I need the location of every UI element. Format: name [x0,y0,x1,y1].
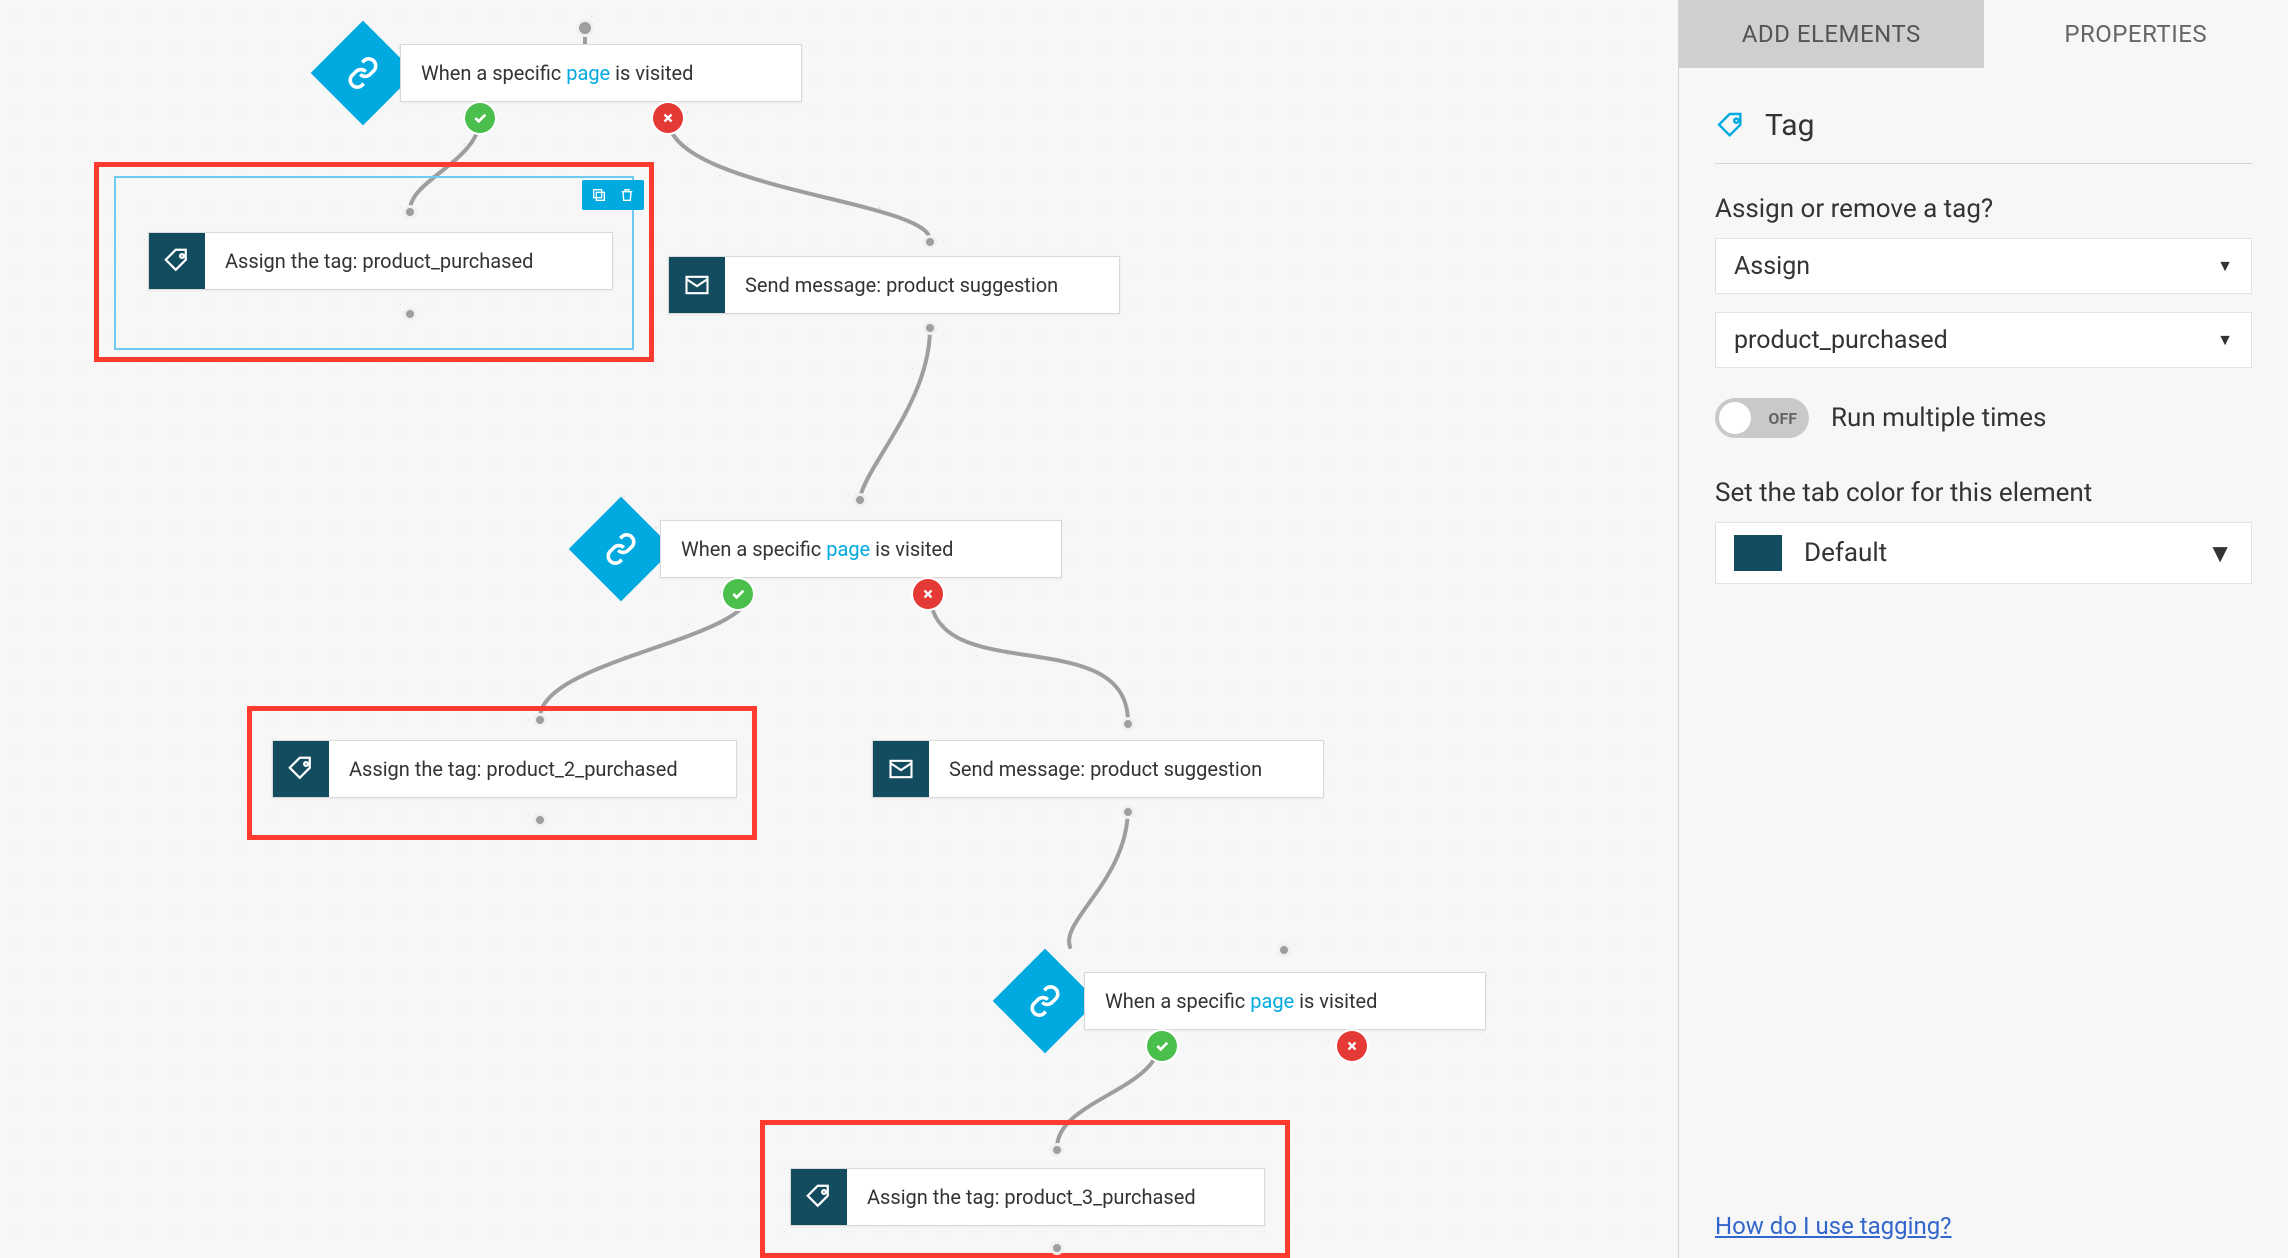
tab-color-value: Default [1804,538,1887,568]
canvas-dot [533,713,547,727]
canvas-dot [923,321,937,335]
copy-icon [591,187,607,203]
message-node-label: Send message: product suggestion [929,757,1282,781]
tag-icon [804,1182,834,1212]
yes-branch-icon [465,103,495,133]
workflow-canvas[interactable]: When a specific page is visited [0,0,1678,1258]
tag-icon [286,754,316,784]
link-icon [604,532,638,566]
canvas-dot [853,493,867,507]
tag-node-label: Assign the tag: product_3_purchased [847,1185,1216,1209]
yes-branch-icon [723,579,753,609]
canvas-dot [403,205,417,219]
node-toolbar [582,180,644,210]
tag-node-1[interactable]: Assign the tag: product_purchased [148,232,613,290]
canvas-dot [533,813,547,827]
tag-node-3[interactable]: Assign the tag: product_3_purchased [790,1168,1265,1226]
trigger-diamond[interactable] [569,497,674,602]
tab-properties[interactable]: PROPERTIES [1984,0,2288,68]
link-icon [346,56,380,90]
assign-label: Assign or remove a tag? [1715,194,2252,224]
canvas-dot [1050,1143,1064,1157]
link-icon [1028,984,1062,1018]
tab-color-select[interactable]: Default ▼ [1715,522,2252,584]
no-branch-icon [913,579,943,609]
color-label: Set the tab color for this element [1715,478,2252,508]
canvas-dot [923,235,937,249]
message-node-2[interactable]: Send message: product suggestion [872,740,1324,798]
trigger-node-label: When a specific page is visited [1085,989,1397,1013]
trigger-node-label: When a specific page is visited [661,537,973,561]
trigger-node-3[interactable]: When a specific page is visited [1084,972,1486,1030]
panel-tabs: ADD ELEMENTS PROPERTIES [1679,0,2288,68]
chevron-down-icon: ▼ [2207,538,2233,569]
tab-add-elements[interactable]: ADD ELEMENTS [1679,0,1984,68]
properties-panel: ADD ELEMENTS PROPERTIES Tag Assign or re… [1678,0,2288,1258]
trigger-node-2[interactable]: When a specific page is visited [660,520,1062,578]
duplicate-button[interactable] [588,184,610,206]
help-link[interactable]: How do I use tagging? [1715,1212,1952,1240]
tag-node-label: Assign the tag: product_2_purchased [329,757,698,781]
trigger-node-label: When a specific page is visited [401,61,713,85]
mail-icon [887,755,915,783]
canvas-dot [1277,943,1291,957]
run-multiple-label: Run multiple times [1831,403,2046,433]
tag-node-label: Assign the tag: product_purchased [205,249,553,273]
assign-select[interactable]: Assign ▼ [1715,238,2252,294]
delete-button[interactable] [616,184,638,206]
toggle-knob [1719,402,1751,434]
tag-icon [1715,110,1747,142]
panel-title: Tag [1765,108,1814,143]
trash-icon [619,187,635,203]
trigger-node-1[interactable]: When a specific page is visited [400,44,802,102]
trigger-diamond[interactable] [993,949,1098,1054]
chevron-down-icon: ▼ [2217,256,2233,276]
canvas-dot [1121,805,1135,819]
canvas-dot [1050,1241,1064,1255]
chevron-down-icon: ▼ [2217,330,2233,350]
run-multiple-toggle[interactable]: OFF [1715,398,1809,438]
assign-select-value: Assign [1734,252,1810,281]
tag-icon [162,246,192,276]
message-node-label: Send message: product suggestion [725,273,1078,297]
tag-select-value: product_purchased [1734,326,1948,355]
tag-node-2[interactable]: Assign the tag: product_2_purchased [272,740,737,798]
tag-select[interactable]: product_purchased ▼ [1715,312,2252,368]
message-node-1[interactable]: Send message: product suggestion [668,256,1120,314]
canvas-dot [403,307,417,321]
no-branch-icon [1337,1031,1367,1061]
canvas-dot [576,19,594,37]
no-branch-icon [653,103,683,133]
toggle-text: OFF [1768,409,1797,428]
color-swatch [1734,535,1782,571]
mail-icon [683,271,711,299]
canvas-dot [1121,717,1135,731]
yes-branch-icon [1147,1031,1177,1061]
